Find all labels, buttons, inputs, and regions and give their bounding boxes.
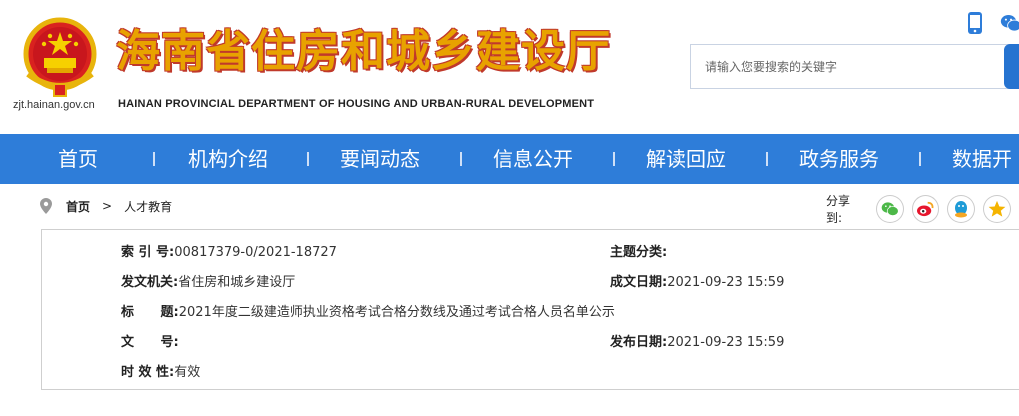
qzone-star-icon [988, 200, 1006, 217]
meta-issuer-label: 发文机关: [121, 275, 179, 290]
nav-item-home[interactable]: 首页 [58, 146, 98, 172]
meta-index-value: 00817379-0/2021-18727 [174, 245, 337, 260]
meta-title: 标 题:2021年度二级建造师执业资格考试合格分数线及通过考试合格人员名单公示 [121, 301, 615, 320]
breadcrumb-home[interactable]: 首页 [66, 198, 90, 215]
meta-index-label: 索 引 号: [121, 245, 175, 260]
search-box [690, 44, 1019, 89]
main-nav: 首页 机构介绍 要闻动态 信息公开 解读回应 政务服务 数据开 [0, 134, 1019, 184]
nav-item-news[interactable]: 要闻动态 [340, 146, 420, 172]
meta-created: 成文日期:2021-09-23 15:59 [610, 271, 784, 290]
document-meta-panel: 索 引 号:00817379-0/2021-18727 主题分类: 发文机关:省… [41, 229, 1019, 390]
national-emblem-icon[interactable] [14, 14, 106, 100]
meta-published-label: 发布日期: [610, 335, 668, 350]
meta-title-label: 标 题: [121, 305, 179, 320]
breadcrumb-separator: > [102, 199, 113, 213]
share-bar: 分享到: [826, 192, 1019, 226]
share-label: 分享到: [826, 194, 851, 225]
mobile-icon[interactable] [964, 10, 986, 36]
search-button[interactable] [1004, 44, 1019, 89]
meta-published-value: 2021-09-23 15:59 [667, 335, 785, 350]
meta-validity: 时 效 性:有效 [121, 361, 200, 380]
meta-topic-label: 主题分类: [610, 245, 668, 260]
meta-validity-value: 有效 [174, 365, 201, 380]
nav-item-disclosure[interactable]: 信息公开 [493, 146, 573, 172]
meta-issuer: 发文机关:省住房和城乡建设厅 [121, 271, 295, 290]
meta-issuer-value: 省住房和城乡建设厅 [178, 275, 296, 290]
meta-title-value: 2021年度二级建造师执业资格考试合格分数线及通过考试合格人员名单公示 [178, 305, 615, 320]
breadcrumb-current[interactable]: 人才教育 [124, 198, 172, 215]
meta-validity-label: 时 效 性: [121, 365, 175, 380]
site-title[interactable]: 海南省住房和城乡建设厅 [116, 30, 611, 74]
share-qq-button[interactable] [947, 195, 976, 223]
nav-item-services[interactable]: 政务服务 [799, 146, 879, 172]
weibo-icon [917, 201, 934, 217]
site-title-english: HAINAN PROVINCIAL DEPARTMENT OF HOUSING … [118, 98, 595, 110]
meta-index: 索 引 号:00817379-0/2021-18727 [121, 241, 337, 260]
meta-created-value: 2021-09-23 15:59 [667, 275, 785, 290]
meta-created-label: 成文日期: [610, 275, 668, 290]
share-qzone-button[interactable] [983, 195, 1011, 223]
nav-separator [919, 152, 921, 166]
nav-separator [153, 152, 155, 166]
nav-item-interpretation[interactable]: 解读回应 [646, 146, 726, 172]
wechat-icon [881, 202, 899, 216]
wechat-icon[interactable] [1000, 10, 1019, 36]
qq-icon [955, 201, 968, 218]
meta-docno: 文 号: [121, 331, 179, 350]
site-header: zjt.hainan.gov.cn 海南省住房和城乡建设厅 HAINAN PRO… [0, 0, 1019, 134]
breadcrumb: 首页 > 人才教育 [40, 196, 172, 216]
nav-item-data[interactable]: 数据开 [952, 146, 1012, 172]
nav-separator [766, 152, 768, 166]
top-icons [964, 10, 1019, 36]
site-url: zjt.hainan.gov.cn [13, 99, 95, 111]
share-wechat-button[interactable] [875, 195, 904, 223]
nav-item-about[interactable]: 机构介绍 [188, 146, 268, 172]
meta-topic: 主题分类: [610, 241, 667, 260]
location-pin-icon [40, 198, 52, 214]
meta-docno-label: 文 号: [121, 335, 179, 350]
search-input[interactable] [691, 45, 1003, 88]
meta-published: 发布日期:2021-09-23 15:59 [610, 331, 784, 350]
nav-separator [307, 152, 309, 166]
nav-separator [613, 152, 615, 166]
share-weibo-button[interactable] [911, 195, 940, 223]
nav-separator [460, 152, 462, 166]
